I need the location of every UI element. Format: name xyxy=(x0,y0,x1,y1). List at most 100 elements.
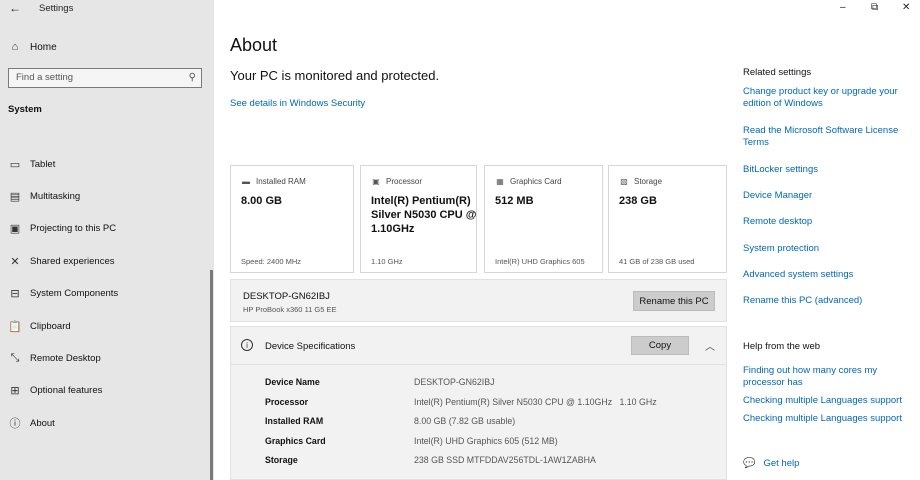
projecting-icon: ▣ xyxy=(9,223,21,236)
sidebar-item-label: Optional features xyxy=(30,385,103,397)
sidebar-item-clipboard[interactable]: 📋 Clipboard xyxy=(8,310,208,342)
windows-security-link[interactable]: See details in Windows Security xyxy=(230,98,365,109)
sidebar-item-label: Tablet xyxy=(30,158,56,170)
related-settings-column: Related settings Change product key or u… xyxy=(730,0,920,480)
table-row: Installed RAM 8.00 GB (7.82 GB usable) xyxy=(265,416,715,436)
protection-status: Your PC is monitored and protected. xyxy=(230,68,440,83)
clipboard-icon: 📋 xyxy=(8,320,22,333)
card-label: Graphics Card xyxy=(510,176,562,186)
sidebar-item-projecting[interactable]: ▣ Projecting to this PC xyxy=(8,213,208,245)
info-icon: ⓘ xyxy=(9,418,21,431)
device-name: DESKTOP-GN62IBJ xyxy=(243,291,330,302)
processor-icon: ▣ xyxy=(372,176,380,186)
sidebar-nav: ▭ Tablet ▤ Multitasking ▣ Projecting to … xyxy=(8,148,208,440)
card-label: Storage xyxy=(634,176,663,186)
title-bar: ← Settings xyxy=(0,0,214,18)
card-header: ▬ Installed RAM xyxy=(241,176,306,186)
link-bitlocker[interactable]: BitLocker settings xyxy=(743,164,908,176)
shared-experiences-icon: ✕ xyxy=(10,255,20,268)
spec-key: Storage xyxy=(265,455,298,466)
spec-header[interactable]: i Device Specifications Copy ︿ xyxy=(231,327,726,365)
spec-key: Graphics Card xyxy=(265,435,326,446)
sidebar-item-label: Remote Desktop xyxy=(30,353,101,365)
card-value: 238 GB xyxy=(619,195,657,207)
card-sub: 1.10 GHz xyxy=(371,257,403,266)
link-advanced-system-settings[interactable]: Advanced system settings xyxy=(743,269,908,281)
spec-cards: ▬ Installed RAM 8.00 GB Speed: 2400 MHz … xyxy=(230,165,727,273)
search-icon: ⚲ xyxy=(188,72,196,83)
link-change-product-key[interactable]: Change product key or upgrade your editi… xyxy=(743,86,908,110)
multitasking-icon: ▤ xyxy=(9,191,21,204)
link-license-terms[interactable]: Read the Microsoft Software License Term… xyxy=(743,125,908,149)
sidebar-item-system-components[interactable]: ⊟ System Components xyxy=(8,278,208,310)
rename-pc-button[interactable]: Rename this PC xyxy=(633,291,715,311)
table-row: Graphics Card Intel(R) UHD Graphics 605 … xyxy=(265,436,715,456)
card-value: 512 MB xyxy=(495,195,534,207)
remote-desktop-icon: ⤡ xyxy=(10,352,20,365)
table-row: Processor Intel(R) Pentium(R) Silver N50… xyxy=(265,397,715,417)
device-model: HP ProBook x360 11 G5 EE xyxy=(243,305,337,314)
sidebar-item-label: Projecting to this PC xyxy=(30,223,117,235)
link-languages-support[interactable]: Checking multiple Languages support xyxy=(743,395,918,407)
card-label: Installed RAM xyxy=(256,176,306,186)
link-cores-help[interactable]: Finding out how many cores my processor … xyxy=(743,365,908,389)
info-icon: i xyxy=(241,339,253,351)
spec-title: Device Specifications xyxy=(265,341,356,352)
card-header: ▧ Storage xyxy=(619,176,662,186)
copy-button[interactable]: Copy xyxy=(631,336,689,355)
sidebar-item-label: System Components xyxy=(30,288,119,300)
sidebar-item-tablet[interactable]: ▭ Tablet xyxy=(8,148,208,180)
sidebar-item-multitasking[interactable]: ▤ Multitasking xyxy=(8,180,208,212)
card-sub: 41 GB of 238 GB used xyxy=(619,257,695,266)
page-title: About xyxy=(230,35,278,55)
search-placeholder: Find a setting xyxy=(16,72,74,83)
get-help-icon: 💬 xyxy=(743,458,756,469)
link-languages-support[interactable]: Checking multiple Languages support xyxy=(743,413,918,425)
card-sub: Intel(R) UHD Graphics 605 xyxy=(495,257,585,266)
search-input[interactable]: Find a setting ⚲ xyxy=(8,68,202,88)
card-installed-ram: ▬ Installed RAM 8.00 GB Speed: 2400 MHz xyxy=(230,165,354,273)
card-storage: ▧ Storage 238 GB 41 GB of 238 GB used xyxy=(608,165,727,273)
card-header: ▦ Graphics Card xyxy=(495,176,562,186)
spec-value: DESKTOP-GN62IBJ xyxy=(414,377,495,387)
sidebar-item-label: About xyxy=(30,417,55,429)
card-graphics: ▦ Graphics Card 512 MB Intel(R) UHD Grap… xyxy=(484,165,603,273)
section-label: System xyxy=(8,104,42,115)
device-specifications-panel: i Device Specifications Copy ︿ Device Na… xyxy=(230,326,727,480)
sidebar-item-remote-desktop[interactable]: ⤡ Remote Desktop xyxy=(8,342,208,374)
link-rename-pc-advanced[interactable]: Rename this PC (advanced) xyxy=(743,295,908,307)
spec-value: Intel(R) Pentium(R) Silver N5030 CPU @ 1… xyxy=(414,396,657,407)
sidebar-item-home[interactable]: ⌂ Home xyxy=(8,38,57,56)
sidebar-item-label: Home xyxy=(30,41,57,53)
spec-key: Installed RAM xyxy=(265,416,324,427)
tablet-icon: ▭ xyxy=(9,158,21,171)
sidebar-item-optional-features[interactable]: ⊞ Optional features xyxy=(8,375,208,407)
sidebar-scrollbar[interactable] xyxy=(210,270,213,480)
main-content: About Your PC is monitored and protected… xyxy=(214,0,730,480)
spec-value: Intel(R) UHD Graphics 605 (512 MB) xyxy=(414,435,558,446)
back-arrow-icon[interactable]: ← xyxy=(9,1,21,15)
spec-value: 238 GB SSD MTFDDAV256TDL-1AW1ZABHA xyxy=(414,455,596,466)
link-device-manager[interactable]: Device Manager xyxy=(743,190,908,202)
app-title: Settings xyxy=(39,3,74,14)
storage-icon: ▧ xyxy=(620,176,628,186)
link-remote-desktop[interactable]: Remote desktop xyxy=(743,216,908,228)
table-row: Storage 238 GB SSD MTFDDAV256TDL-1AW1ZAB… xyxy=(265,455,715,475)
system-components-icon: ⊟ xyxy=(10,288,20,301)
sidebar-item-about[interactable]: ⓘ About xyxy=(8,407,208,439)
link-system-protection[interactable]: System protection xyxy=(743,243,908,255)
get-help-link[interactable]: 💬 Get help xyxy=(743,458,799,469)
card-header: ▣ Processor xyxy=(371,176,422,186)
graphics-card-icon: ▦ xyxy=(496,176,504,186)
sidebar-item-label: Clipboard xyxy=(30,320,71,332)
sidebar-item-label: Multitasking xyxy=(30,191,81,203)
card-value: Intel(R) Pentium(R) Silver N5030 CPU @ 1… xyxy=(371,195,477,235)
device-name-bar: DESKTOP-GN62IBJ HP ProBook x360 11 G5 EE… xyxy=(230,279,727,322)
spec-key: Processor xyxy=(265,396,309,407)
card-processor: ▣ Processor Intel(R) Pentium(R) Silver N… xyxy=(360,165,477,273)
sidebar-item-shared-experiences[interactable]: ✕ Shared experiences xyxy=(8,245,208,277)
sidebar: ← Settings ⌂ Home Find a setting ⚲ Syste… xyxy=(0,0,214,480)
home-icon: ⌂ xyxy=(11,41,19,53)
related-settings-heading: Related settings xyxy=(743,67,812,78)
chevron-up-icon[interactable]: ︿ xyxy=(705,338,715,353)
